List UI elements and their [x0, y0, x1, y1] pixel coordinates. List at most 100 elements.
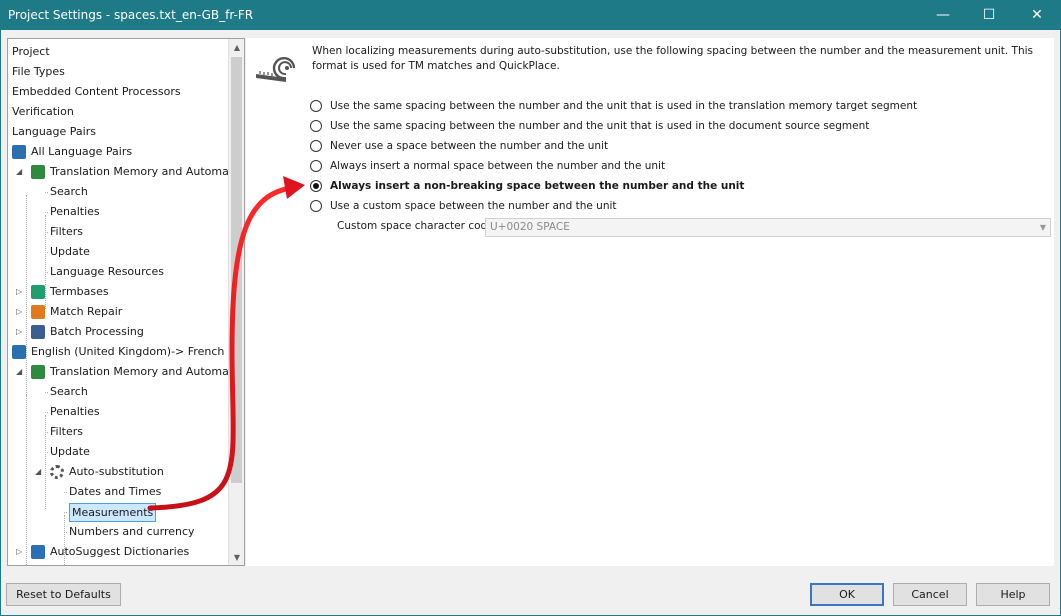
option-label: Use the same spacing between the number …	[330, 120, 870, 132]
collapse-icon[interactable]: ◢	[35, 462, 45, 482]
tree-item[interactable]: ◢ Auto-substitution	[8, 462, 228, 482]
tree-item-label: English (United Kingdom)-> French (Fr	[31, 345, 228, 358]
tree-item[interactable]: Dates and Times	[8, 482, 228, 502]
tree-item-label: Filters	[50, 225, 83, 238]
collapse-icon[interactable]: ◢	[16, 362, 26, 382]
tree-item[interactable]: Language Resources	[8, 262, 228, 282]
tree-item[interactable]: Filters	[8, 422, 228, 442]
tree-item[interactable]: ▷ Match Repair	[8, 302, 228, 322]
cancel-button[interactable]: Cancel	[893, 583, 967, 606]
tree-item-label: Penalties	[50, 205, 100, 218]
radio-button[interactable]	[310, 160, 322, 172]
tree-item-label: AutoSuggest Dictionaries	[50, 545, 190, 558]
expand-icon[interactable]: ▷	[16, 562, 26, 565]
tree-item-label: Filters	[50, 425, 83, 438]
tree-item[interactable]: ◢ Translation Memory and Automate	[8, 362, 228, 382]
dictionary-icon	[31, 545, 45, 559]
tree-item-label: Language Pairs	[12, 125, 96, 138]
tree-item-label: Numbers and currency	[69, 525, 195, 538]
tree-item-label: Translation Memory and Automate	[50, 365, 228, 378]
termbase-icon	[31, 285, 45, 299]
maximize-button[interactable]: ☐	[966, 0, 1012, 30]
tree-item[interactable]: ▷ Termbases	[8, 282, 228, 302]
tree-item-label: Penalties	[50, 405, 100, 418]
tree-item[interactable]: Project	[8, 42, 228, 62]
radio-button[interactable]	[310, 120, 322, 132]
tree-item-label: Search	[50, 385, 88, 398]
tree-item-label: Language Resources	[50, 265, 164, 278]
tree-item[interactable]: Update	[8, 442, 228, 462]
tree-item[interactable]: ◢ Translation Memory and Automate	[8, 162, 228, 182]
help-button[interactable]: Help	[976, 583, 1050, 606]
scroll-thumb[interactable]	[231, 57, 242, 483]
tree-item-label: Translation Memory and Automate	[50, 165, 228, 178]
tree-item[interactable]: Search	[8, 382, 228, 402]
expand-icon[interactable]: ▷	[16, 322, 26, 342]
tree-item-label: Search	[50, 185, 88, 198]
tree-connector	[45, 432, 48, 433]
tree-item[interactable]: Search	[8, 182, 228, 202]
tree-connector	[45, 392, 48, 393]
tree-item-label: All Language Pairs	[31, 145, 133, 158]
tree-scrollbar[interactable]: ▲ ▼	[228, 39, 244, 565]
window-title: Project Settings - spaces.txt_en-GB_fr-F…	[8, 8, 254, 22]
radio-button[interactable]	[310, 140, 322, 152]
close-button[interactable]: ✕	[1014, 0, 1060, 30]
custom-code-value: U+0020 SPACE	[490, 221, 570, 233]
tree-item-label: Verification	[12, 105, 74, 118]
tree-item-label: Embedded Content Processors	[12, 85, 181, 98]
tree-viewport: Project File Types Embedded Content Proces…	[8, 39, 228, 565]
tree-item-label: Match Repair	[50, 305, 123, 318]
tree-item[interactable]: All Language Pairs	[8, 142, 228, 162]
radio-button-selected[interactable]	[310, 180, 322, 192]
option-label: Use a custom space between the number an…	[330, 200, 617, 212]
tree-connector	[45, 192, 48, 193]
tree-item-label: File Types	[12, 65, 65, 78]
tree-item[interactable]: ▷ Batch Processing	[8, 322, 228, 342]
tree-item[interactable]: Penalties	[8, 402, 228, 422]
tree-connector	[64, 492, 67, 493]
tree-connector	[45, 212, 48, 213]
wrench-icon	[31, 305, 45, 319]
expand-icon[interactable]: ▷	[16, 282, 26, 302]
tree-item[interactable]: Verification	[8, 102, 228, 122]
tree-item[interactable]: Numbers and currency	[8, 522, 228, 542]
tree-connector	[45, 252, 48, 253]
tree-item[interactable]: Filters	[8, 222, 228, 242]
tree-connector	[45, 412, 48, 413]
tree-connector	[45, 232, 48, 233]
minimize-button[interactable]: —	[920, 0, 966, 30]
scroll-up-icon[interactable]: ▲	[229, 39, 244, 55]
tree-connector	[45, 452, 48, 453]
tree-item-label: Measurements	[69, 503, 157, 522]
option-label: Always insert a normal space between the…	[330, 160, 666, 172]
tree-item-label: Termbases	[50, 285, 109, 298]
tree-item[interactable]: Language Pairs	[8, 122, 228, 142]
tree-connector	[64, 512, 67, 513]
collapse-icon[interactable]: ◢	[16, 162, 26, 182]
reset-to-defaults-button[interactable]: Reset to Defaults	[6, 583, 121, 606]
gear-icon	[50, 465, 64, 479]
tree-item[interactable]: Penalties	[8, 202, 228, 222]
tree-item[interactable]: Update	[8, 242, 228, 262]
tree-item[interactable]: ▷ Match Repair	[8, 562, 228, 565]
measurements-panel: When localizing measurements during auto…	[246, 38, 1054, 566]
radio-button[interactable]	[310, 200, 322, 212]
radio-button[interactable]	[310, 100, 322, 112]
tree-item[interactable]: File Types	[8, 62, 228, 82]
tree-item-label: Batch Processing	[50, 325, 144, 338]
custom-code-dropdown[interactable]: U+0020 SPACE ▼	[485, 218, 1051, 237]
description-text: When localizing measurements during auto…	[312, 45, 1034, 72]
tree-item-label: Update	[50, 445, 90, 458]
expand-icon[interactable]: ▷	[16, 542, 26, 562]
language-pair-icon	[12, 145, 26, 159]
tree-item[interactable]: ▷ AutoSuggest Dictionaries	[8, 542, 228, 562]
settings-tree: Project File Types Embedded Content Proces…	[7, 38, 245, 566]
scroll-down-icon[interactable]: ▼	[229, 549, 244, 565]
expand-icon[interactable]: ▷	[16, 302, 26, 322]
ok-button[interactable]: OK	[810, 583, 884, 606]
tree-item[interactable]: Embedded Content Processors	[8, 82, 228, 102]
language-pair-icon	[12, 345, 26, 359]
tree-item[interactable]: English (United Kingdom)-> French (Fr	[8, 342, 228, 362]
tree-item[interactable]: Measurements	[8, 502, 228, 522]
